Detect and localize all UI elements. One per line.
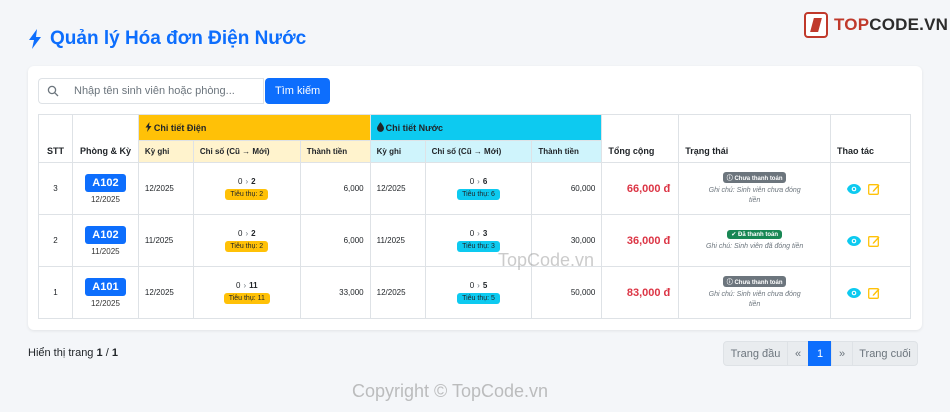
water-usage-badge: Tiêu thụ: 3 [457,241,500,252]
page-header: Quản lý Hóa đơn Điện Nước [28,28,306,50]
status-note: Ghi chú: Sinh viên chưa đóng tiền [708,290,801,308]
search-bar: Tìm kiếm [38,78,331,104]
lightning-icon [145,122,152,132]
status-note: Ghi chú: Sinh viên đã đóng tiền [706,243,804,250]
row-stt: 2 [38,214,73,267]
room-period: 11/2025 [91,246,120,256]
elec-period-header: Kỳ ghi [137,140,194,163]
last-page-button[interactable]: Trang cuối [852,341,918,366]
water-period: 12/2025 [369,162,426,215]
edit-icon[interactable] [868,183,880,195]
room-badge: A102 [85,173,126,192]
elec-reading-header: Chỉ số (Cũ → Mới) [192,140,301,163]
view-icon[interactable] [847,287,862,298]
water-period-header: Kỳ ghi [369,140,426,163]
col-total: Tổng cộng [601,114,680,163]
invoice-table: STT Phòng & Kỳ Chi tiết Điện Chi tiết Nư… [38,114,911,319]
room-period: 12/2025 [90,194,120,204]
table-row: 1 A101 12/2025 12/2025 0 › 11 Tiêu thụ: 11 3… [38,266,911,319]
elec-amount: 33,000 [299,266,371,319]
current-page-button[interactable]: 1 [808,341,832,366]
status-badge: ⓘ Chưa thanh toán [722,275,787,287]
water-reading: 0 › 5 [469,281,488,290]
water-reading: 0 › 3 [469,229,488,238]
prev-page-button[interactable]: « [787,341,809,366]
elec-period: 11/2025 [137,214,194,267]
search-icon [38,78,66,104]
col-room-period: Phòng & Kỳ [71,114,139,163]
row-total: 83,000 đ [601,266,680,319]
water-period: 12/2025 [369,266,426,319]
elec-usage-badge: Tiêu thụ: 2 [225,189,269,200]
page-info: Hiển thị trang 1 / 1 [28,347,118,359]
logo: TOPCODE.VN [804,12,948,38]
col-status: Trạng thái [678,114,832,163]
col-stt: STT [38,114,73,163]
elec-usage-badge: Tiêu thụ: 2 [225,241,269,252]
row-total: 66,000 đ [601,162,680,215]
water-group-header: Chi tiết Nước [369,114,603,141]
elec-period: 12/2025 [137,266,194,319]
water-usage-badge: Tiêu thụ: 6 [457,189,500,200]
logo-prefix: TOP [834,15,870,34]
water-period: 11/2025 [369,214,426,267]
arrow-right-icon: → [242,147,251,156]
elec-reading: 0 › 2 [238,229,256,238]
row-stt: 1 [38,266,73,319]
row-total: 36,000 đ [601,214,680,267]
watermark-copyright: Copyright © TopCode.vn [352,381,549,401]
edit-icon[interactable] [868,235,880,247]
lightning-icon [29,29,41,49]
status-badge: ⓘ Chưa thanh toán [722,171,787,183]
next-page-button[interactable]: » [831,341,853,366]
elec-amount: 6,000 [299,214,371,267]
room-badge: A102 [85,225,126,244]
first-page-button[interactable]: Trang đầu [723,341,788,366]
watermark-center: TopCode.vn [498,250,595,270]
elec-usage-badge: Tiêu thụ: 11 [223,293,270,304]
room-period: 12/2025 [90,298,120,308]
status-badge: ✔ Đã thanh toán [727,230,782,239]
logo-suffix: CODE.VN [869,15,949,34]
droplet-icon [376,122,384,132]
room-badge: A101 [85,277,126,296]
table-row: 2 A102 11/2025 11/2025 0 › 2 Tiêu thụ: 2 6,0… [38,214,911,267]
search-button[interactable]: Tìm kiếm [265,78,331,104]
edit-icon[interactable] [868,287,880,299]
elec-amount-header: Thành tiền [299,140,371,163]
status-note: Ghi chú: Sinh viên chưa đóng tiền [708,186,801,204]
elec-reading: 0 › 2 [238,177,256,186]
invoice-card: Tìm kiếm STT Phòng & Kỳ Chi tiết Điện Ch… [28,66,922,330]
water-amount-header: Thành tiền [531,140,603,163]
page-title: Quản lý Hóa đơn Điện Nước [50,28,307,49]
elec-amount: 6,000 [299,162,371,215]
water-amount: 50,000 [531,266,603,319]
row-stt: 3 [38,162,73,215]
electric-group-header: Chi tiết Điện [137,114,371,141]
water-usage-badge: Tiêu thụ: 5 [457,293,500,304]
topcode-logo-icon [804,12,828,38]
table-row: 3 A102 12/2025 12/2025 0 › 2 Tiêu thụ: 2 6,0… [38,162,911,215]
search-input[interactable] [66,78,264,104]
view-icon[interactable] [847,183,862,194]
water-amount: 60,000 [531,162,603,215]
elec-period: 12/2025 [137,162,194,215]
water-reading: 0 › 6 [469,177,488,186]
arrow-right-icon: → [473,147,482,156]
col-actions: Thao tác [830,114,911,163]
elec-reading: 0 › 11 [235,281,258,290]
view-icon[interactable] [847,235,862,246]
pagination: Trang đầu « 1 » Trang cuối [723,341,918,366]
water-reading-header: Chỉ số (Cũ → Mới) [424,140,533,163]
